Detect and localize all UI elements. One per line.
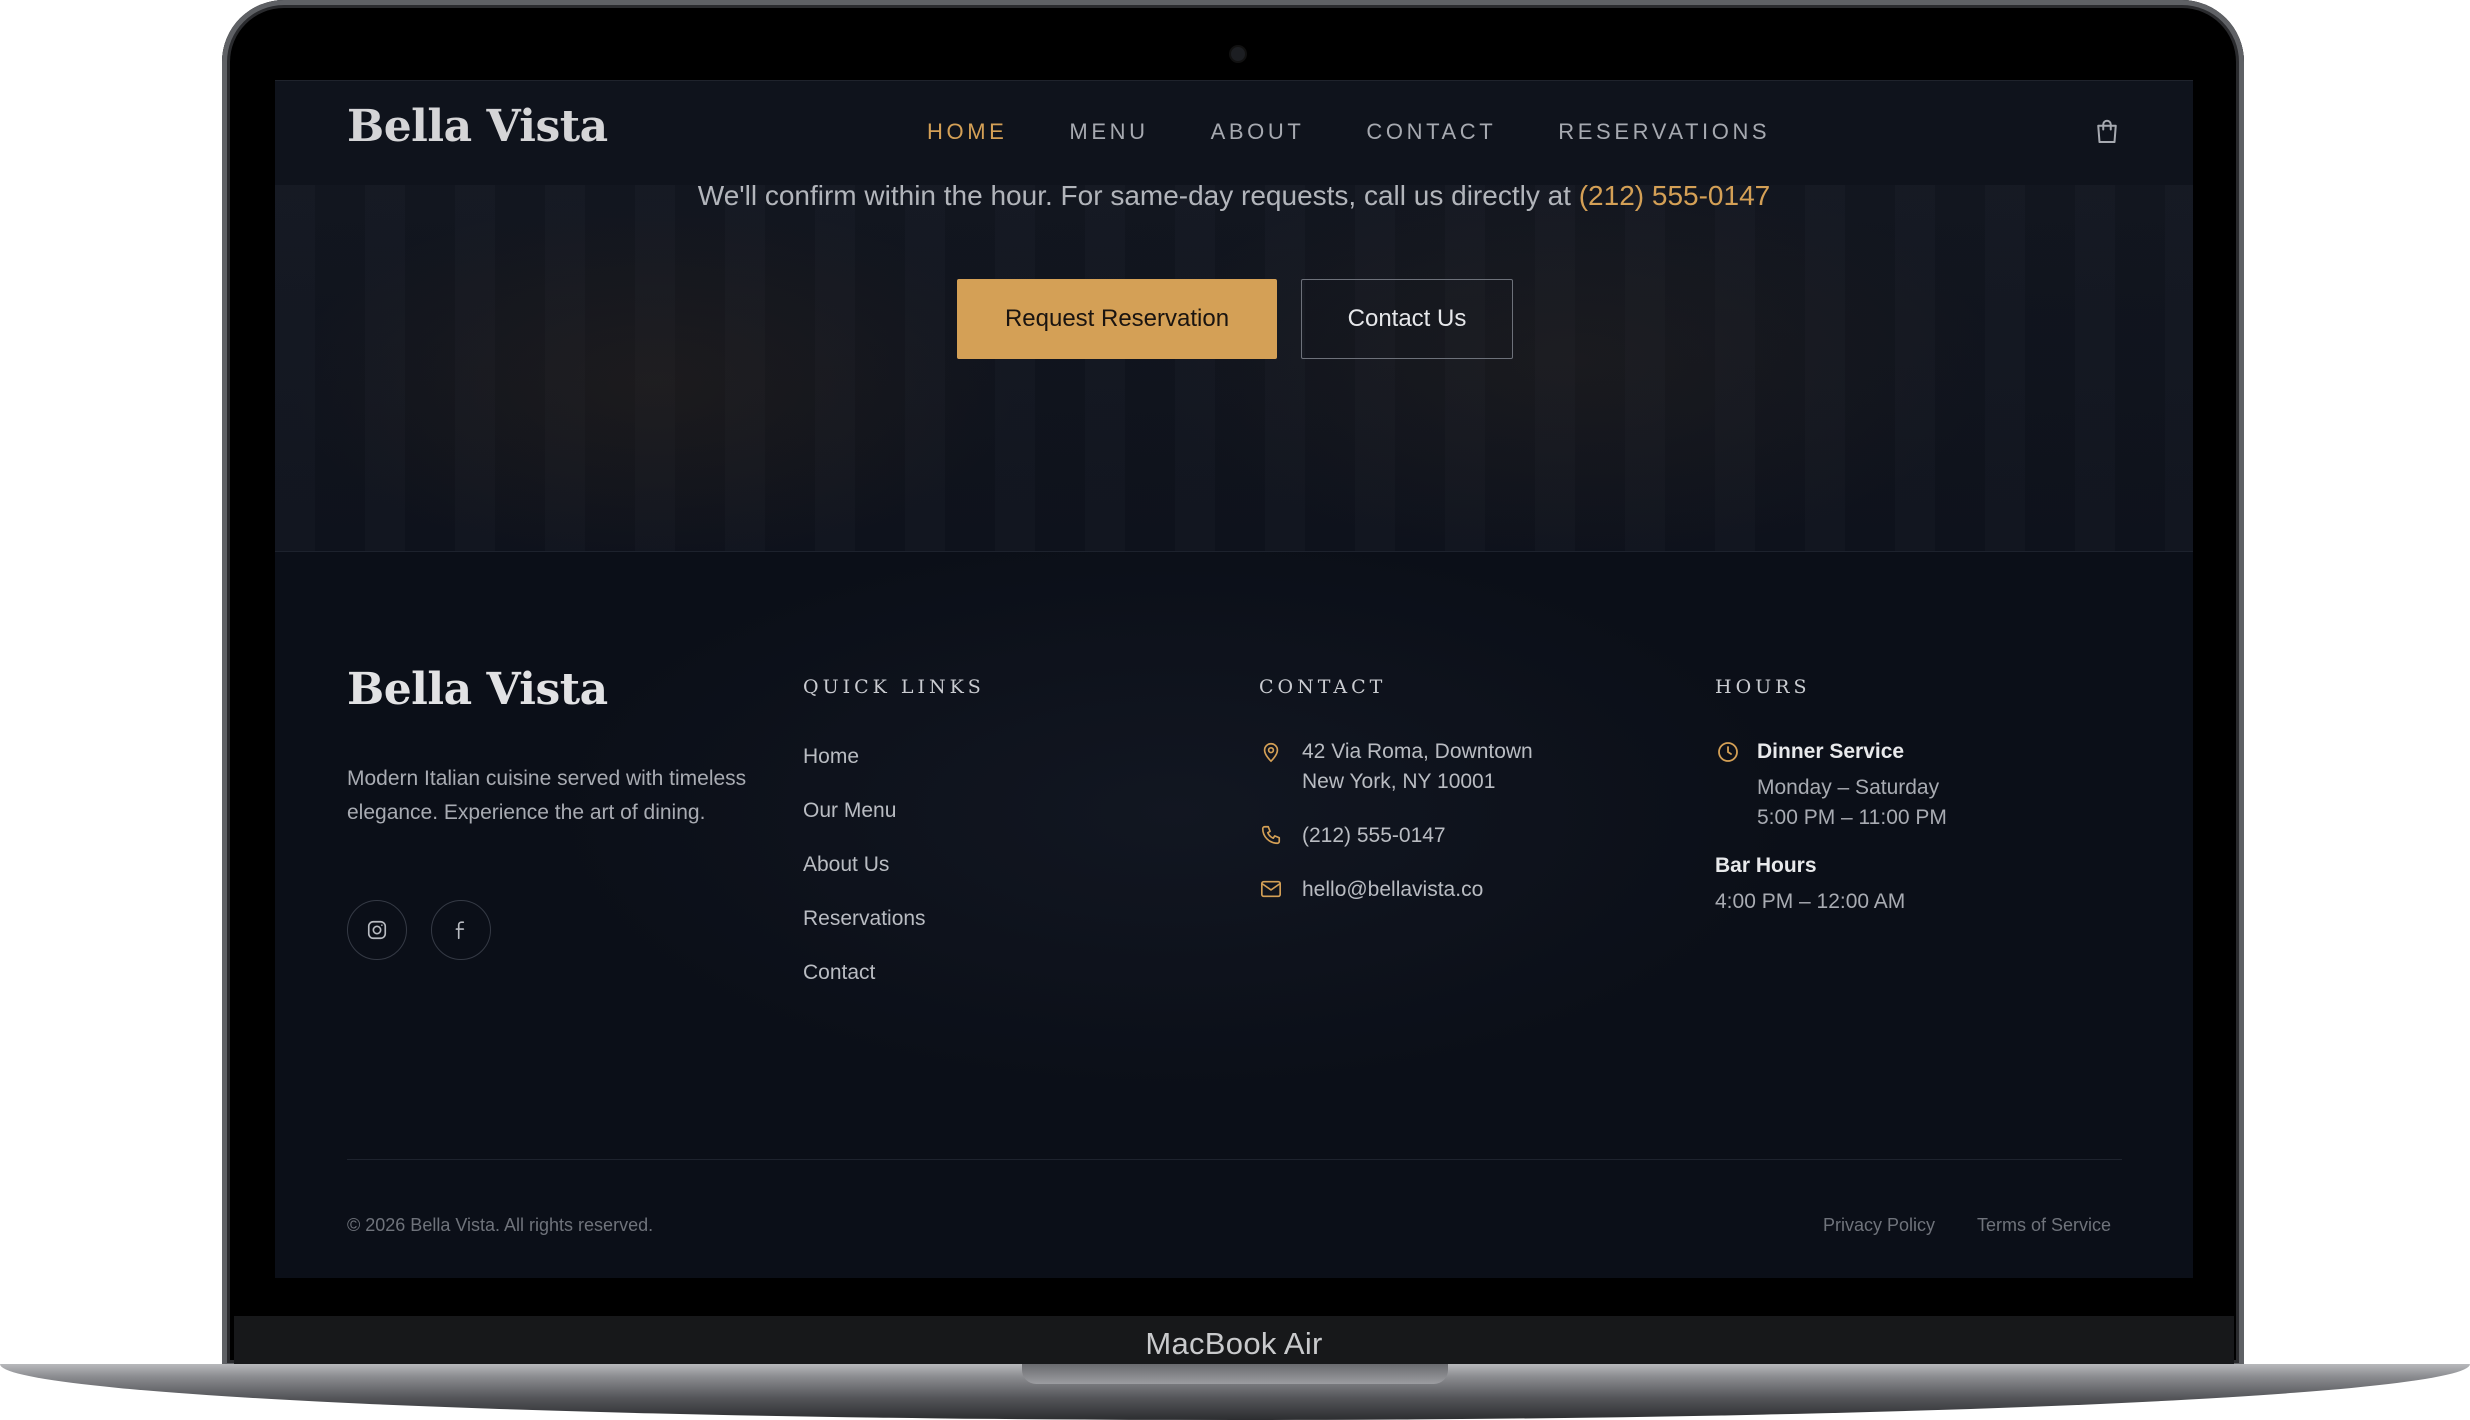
- shopping-bag-icon[interactable]: [2092, 117, 2122, 147]
- nav-link-menu[interactable]: MENU: [1069, 119, 1148, 145]
- brand-logo[interactable]: Bella Vista: [347, 101, 608, 152]
- footer-link-reservations[interactable]: Reservations: [803, 907, 926, 931]
- footer-divider: [347, 1159, 2122, 1160]
- footer-description: Modern Italian cuisine served with timel…: [347, 767, 747, 824]
- device-label: MacBook Air: [1145, 1326, 1323, 1361]
- camera-icon: [1229, 45, 1247, 63]
- footer-link-contact[interactable]: Contact: [803, 961, 875, 985]
- footer-link-menu[interactable]: Our Menu: [803, 799, 896, 823]
- quick-links-title: QUICK LINKS: [803, 676, 985, 698]
- nav-link-home[interactable]: HOME: [927, 119, 1007, 145]
- laptop-chin: MacBook Air: [234, 1316, 2234, 1368]
- nav-links: HOME MENU ABOUT CONTACT RESERVATIONS: [927, 119, 1832, 145]
- mail-icon: [1261, 880, 1281, 898]
- footer-link-home[interactable]: Home: [803, 745, 859, 769]
- phone-icon: [1261, 825, 1281, 845]
- contact-us-button[interactable]: Contact Us: [1301, 279, 1513, 359]
- contact-title: CONTACT: [1259, 676, 1387, 698]
- site-footer: Bella Vista Modern Italian cuisine serve…: [275, 552, 2193, 1278]
- top-navbar: Bella Vista HOME MENU ABOUT CONTACT RESE…: [275, 80, 2193, 185]
- contact-address-line1: 42 Via Roma, Downtown: [1302, 740, 1533, 763]
- nav-link-about[interactable]: ABOUT: [1211, 119, 1305, 145]
- instagram-button[interactable]: [347, 900, 407, 960]
- footer-brand: Bella Vista: [347, 664, 608, 715]
- contact-address-line2: New York, NY 10001: [1302, 770, 1496, 793]
- bar-hours-time: 4:00 PM – 12:00 AM: [1715, 890, 1906, 913]
- instagram-icon: [367, 920, 387, 940]
- map-pin-icon: [1263, 742, 1279, 763]
- request-reservation-button[interactable]: Request Reservation: [957, 279, 1277, 359]
- laptop-hinge-notch: [1022, 1364, 1448, 1384]
- browser-screen: We'll confirm within the hour. For same-…: [275, 80, 2193, 1278]
- clock-icon: [1718, 742, 1738, 762]
- nav-link-contact[interactable]: CONTACT: [1366, 119, 1496, 145]
- contact-phone[interactable]: (212) 555-0147: [1302, 821, 1446, 851]
- privacy-policy-link[interactable]: Privacy Policy: [1823, 1215, 1935, 1236]
- footer-link-about[interactable]: About Us: [803, 853, 889, 877]
- dinner-service-days: Monday – Saturday: [1757, 776, 1940, 799]
- facebook-icon: [455, 921, 465, 940]
- dinner-service-time: 5:00 PM – 11:00 PM: [1757, 806, 1947, 829]
- bar-hours-label: Bar Hours: [1715, 854, 1817, 877]
- contact-email[interactable]: hello@bellavista.co: [1302, 875, 1483, 905]
- terms-of-service-link[interactable]: Terms of Service: [1977, 1215, 2111, 1236]
- nav-link-reservations[interactable]: RESERVATIONS: [1558, 119, 1770, 145]
- facebook-button[interactable]: [431, 900, 491, 960]
- copyright-text: © 2026 Bella Vista. All rights reserved.: [347, 1215, 654, 1235]
- dinner-service-label: Dinner Service: [1757, 740, 1905, 763]
- hours-title: HOURS: [1715, 676, 1811, 698]
